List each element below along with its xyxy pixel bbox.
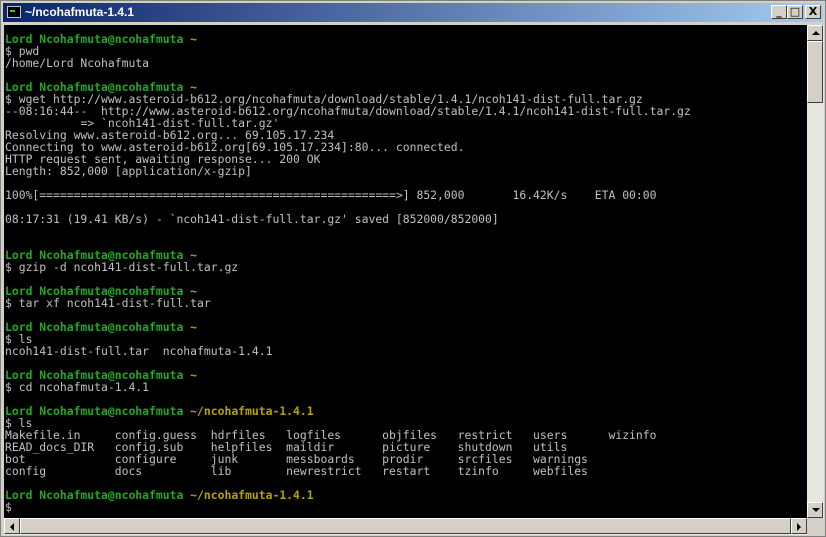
prompt-path: ~/ncohafmuta-1.4.1 (190, 488, 314, 502)
output-line: $ tar xf ncoh141-dist-full.tar (5, 296, 211, 310)
minimize-button[interactable]: _ (771, 5, 787, 19)
vertical-scroll-thumb[interactable] (807, 41, 823, 103)
prompt-path: ~ (190, 368, 198, 382)
terminal-app-icon[interactable] (7, 6, 21, 18)
output-line: 08:17:31 (19.41 KB/s) - `ncoh141-dist-fu… (5, 212, 499, 226)
output-line: ncoh141-dist-full.tar ncohafmuta-1.4.1 (5, 344, 273, 358)
prompt-user: Lord Ncohafmuta@ncohafmuta (5, 488, 184, 502)
scroll-right-button[interactable] (791, 518, 807, 534)
scroll-down-button[interactable] (807, 502, 823, 518)
vertical-scrollbar[interactable] (807, 25, 824, 518)
prompt-line: Lord Ncohafmuta@ncohafmuta ~/ncohafmuta-… (5, 405, 314, 417)
title-bar[interactable]: ~/ncohafmuta-1.4.1 _ □ X (3, 3, 823, 22)
horizontal-scroll-thumb[interactable] (20, 518, 791, 534)
output-line: $ gzip -d ncoh141-dist-full.tar.gz (5, 260, 239, 274)
output-line: Length: 852,000 [application/x-gzip] (5, 164, 252, 178)
arrow-right-icon (797, 523, 801, 531)
scroll-left-button[interactable] (4, 518, 20, 534)
terminal-window: ~/ncohafmuta-1.4.1 _ □ X Lord Ncohafmuta… (0, 0, 826, 537)
output-line: config docs lib newrestrict restart tzin… (5, 464, 588, 478)
window-title: ~/ncohafmuta-1.4.1 (25, 5, 135, 19)
terminal-output[interactable]: Lord Ncohafmuta@ncohafmuta ~ $ pwd/home/L… (4, 25, 807, 518)
prompt-path: ~/ncohafmuta-1.4.1 (190, 404, 314, 418)
output-line: 100%[===================================… (5, 188, 657, 202)
horizontal-scrollbar[interactable] (4, 518, 807, 535)
arrow-up-icon (812, 31, 820, 35)
output-line: /home/Lord Ncohafmuta (5, 56, 150, 70)
scrollbar-corner (807, 518, 824, 535)
prompt-line: Lord Ncohafmuta@ncohafmuta ~/ncohafmuta-… (5, 489, 314, 501)
arrow-left-icon (10, 523, 14, 531)
prompt-path: ~ (190, 32, 198, 46)
scroll-up-button[interactable] (807, 25, 823, 41)
close-button[interactable]: X (805, 5, 821, 19)
output-line: $ cd ncohafmuta-1.4.1 (5, 380, 150, 394)
output-line: $ (5, 500, 12, 514)
maximize-button[interactable]: □ (787, 5, 803, 19)
arrow-down-icon (812, 508, 820, 512)
prompt-line: Lord Ncohafmuta@ncohafmuta ~ (5, 321, 197, 333)
prompt-path: ~ (190, 320, 198, 334)
